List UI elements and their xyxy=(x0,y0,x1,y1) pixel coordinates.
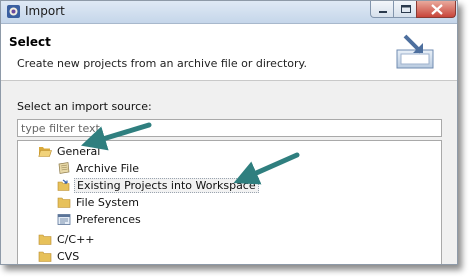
import-app-icon xyxy=(7,5,20,18)
tree-item-label: Archive File xyxy=(76,162,140,175)
close-button[interactable] xyxy=(416,1,456,18)
import-source-label: Select an import source: xyxy=(17,100,152,113)
maximize-button[interactable] xyxy=(393,1,417,18)
maximize-icon xyxy=(401,5,411,13)
filter-input[interactable] xyxy=(17,119,442,137)
tree-item-label: C/C++ xyxy=(57,233,95,246)
folder-icon xyxy=(57,197,71,208)
archive-file-icon xyxy=(58,162,70,174)
window-title: Import xyxy=(25,4,65,18)
folder-icon xyxy=(38,251,52,262)
page-title: Select xyxy=(9,35,51,49)
import-source-panel: Select an import source: General Archive… xyxy=(1,81,457,264)
import-dialog: Import Select Create new projects from a… xyxy=(0,0,458,265)
minimize-icon xyxy=(379,11,387,13)
tree-item-label: Existing Projects into Workspace xyxy=(74,178,259,193)
close-icon xyxy=(431,4,443,15)
wizard-header: Select Create new projects from an archi… xyxy=(1,24,457,81)
tree-item-label: File System xyxy=(76,196,139,209)
folder-open-icon xyxy=(38,147,52,157)
preferences-icon xyxy=(57,214,71,225)
minimize-button[interactable] xyxy=(370,1,394,18)
import-wizard-icon xyxy=(396,34,434,69)
tree-item-label: CVS xyxy=(57,250,80,263)
page-description: Create new projects from an archive file… xyxy=(17,57,307,70)
existing-projects-icon xyxy=(57,179,70,191)
tree-item-label: General xyxy=(57,145,101,158)
title-bar[interactable]: Import xyxy=(1,1,457,24)
import-source-tree[interactable]: General Archive File Existing Projects i… xyxy=(17,140,442,264)
tree-item-label: Preferences xyxy=(76,213,141,226)
folder-icon xyxy=(38,234,52,245)
